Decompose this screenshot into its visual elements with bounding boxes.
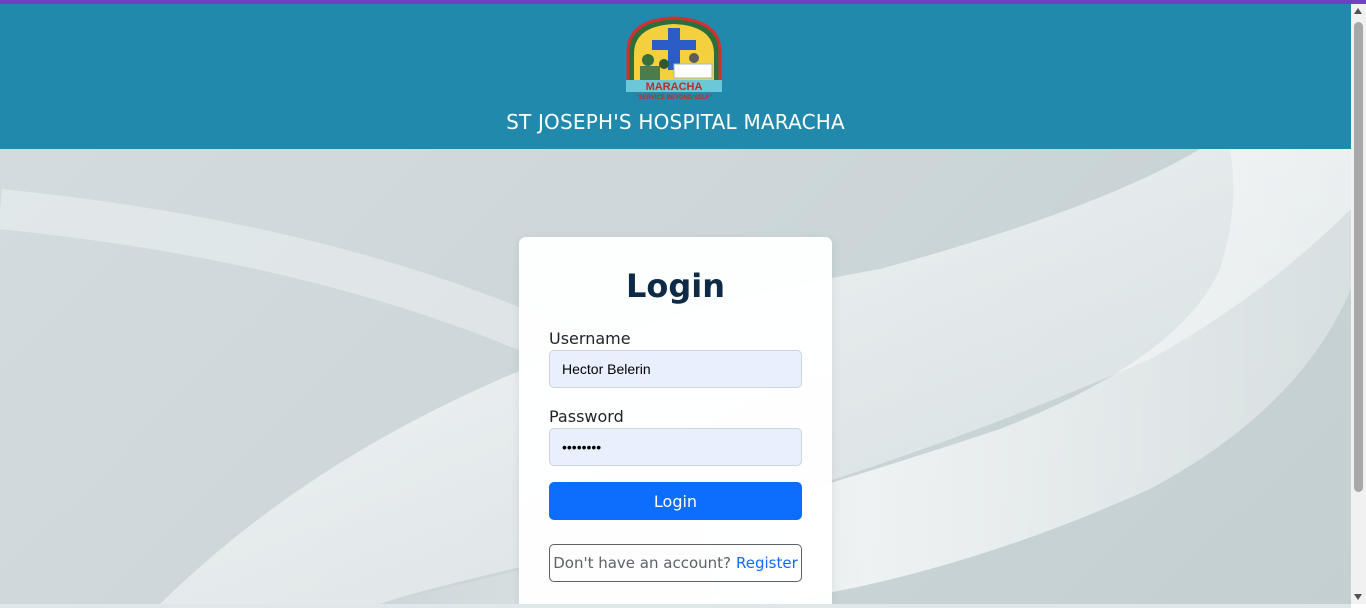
scroll-up-arrow-icon[interactable] [1354,8,1362,14]
login-card: Login Username Password Login Don't have… [519,237,832,604]
register-prompt-text: Don't have an account? [553,554,731,572]
site-header: MARACHA "SERVICE BEYOND SELF" ST JOSEPH'… [0,4,1351,149]
username-label: Username [549,329,631,348]
register-prompt-box: Don't have an account? Register [549,544,802,582]
hospital-logo: MARACHA "SERVICE BEYOND SELF" [604,10,744,102]
hospital-name: ST JOSEPH'S HOSPITAL MARACHA [506,110,845,134]
logo-motto-text: "SERVICE BEYOND SELF" [636,95,712,101]
password-label: Password [549,407,624,426]
hospital-logo-icon: MARACHA "SERVICE BEYOND SELF" [626,16,722,101]
page: MARACHA "SERVICE BEYOND SELF" ST JOSEPH'… [0,4,1351,604]
logo-main-text: MARACHA [646,81,703,93]
register-link[interactable]: Register [736,554,798,572]
scroll-thumb[interactable] [1354,22,1363,492]
password-input[interactable] [549,428,802,466]
bottom-edge [0,604,1351,608]
login-button[interactable]: Login [549,482,802,520]
login-title: Login [625,267,726,305]
vertical-scrollbar[interactable] [1351,4,1366,604]
username-input[interactable] [549,350,802,388]
scroll-down-arrow-icon[interactable] [1354,594,1362,600]
